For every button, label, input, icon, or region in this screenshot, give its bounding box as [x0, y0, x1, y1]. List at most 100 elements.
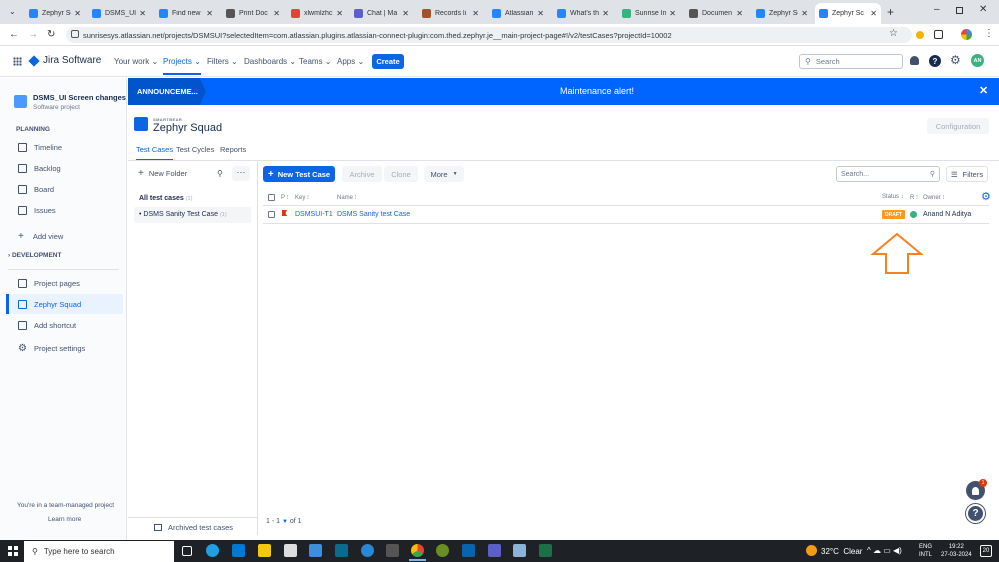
development-section[interactable]: › DEVELOPMENT: [8, 252, 61, 259]
close-window-button[interactable]: ✕: [979, 4, 987, 15]
close-tab-icon[interactable]: ✕: [472, 9, 479, 18]
settings-gear-icon[interactable]: ⚙: [950, 53, 961, 67]
new-folder-button[interactable]: + New Folder: [138, 168, 187, 179]
site-settings-icon[interactable]: [71, 30, 79, 38]
close-tab-icon[interactable]: ✕: [139, 9, 146, 18]
extension-icon[interactable]: [916, 31, 924, 39]
sidebar-item-timeline[interactable]: Timeline: [18, 143, 62, 152]
calendar-icon[interactable]: [284, 544, 297, 557]
outlook-icon[interactable]: [462, 544, 475, 557]
col-r[interactable]: R ⁝: [910, 194, 918, 201]
browser-tab[interactable]: Records li ✕: [418, 4, 483, 22]
project-name[interactable]: DSMS_UI Screen changes: [33, 93, 126, 102]
tab-test-cycles[interactable]: Test Cycles: [176, 145, 214, 154]
nav-apps[interactable]: Apps ⌄: [337, 57, 364, 66]
sidebar-item-add-view[interactable]: + Add view: [18, 231, 63, 242]
sidebar-item-add-shortcut[interactable]: Add shortcut: [18, 321, 76, 330]
close-tab-icon[interactable]: ✕: [801, 9, 808, 18]
store-icon[interactable]: [309, 544, 322, 557]
help-icon[interactable]: ?: [929, 55, 941, 67]
test-case-search-input[interactable]: Search... ⚲: [836, 166, 940, 182]
file-explorer-icon[interactable]: [258, 544, 271, 557]
windows-start-icon[interactable]: [8, 546, 18, 556]
task-view-icon[interactable]: [182, 546, 192, 556]
test-case-key-link[interactable]: DSMSUI-T1: [295, 211, 333, 218]
pagination[interactable]: 1 - 1 ▼ of 1: [266, 518, 302, 525]
profile-icon[interactable]: [961, 29, 972, 40]
folder-item[interactable]: • DSMS Sanity Test Case (1): [139, 211, 227, 218]
restore-window-button[interactable]: [956, 7, 963, 14]
learn-more-link[interactable]: Learn more: [48, 516, 81, 523]
clock[interactable]: 19:22 27-03-2024: [941, 543, 972, 559]
archived-test-cases[interactable]: Archived test cases: [154, 523, 233, 532]
browser-tab[interactable]: Documen ✕: [685, 4, 747, 22]
nav-teams[interactable]: Teams ⌄: [299, 57, 332, 66]
browser-tab[interactable]: Sunrise Ini ✕: [618, 4, 680, 22]
col-status[interactable]: Status ↓: [882, 194, 904, 200]
sidebar-item-board[interactable]: Board: [18, 185, 54, 194]
create-button[interactable]: Create: [372, 54, 404, 69]
announcement-tag[interactable]: ANNOUNCEME...: [128, 78, 206, 105]
nav-your-work[interactable]: Your work ⌄: [114, 57, 158, 66]
teams-icon[interactable]: [488, 544, 501, 557]
jira-logo[interactable]: Jira Software: [28, 54, 101, 67]
calculator-icon[interactable]: [386, 544, 399, 557]
close-tab-icon[interactable]: ✕: [402, 9, 409, 18]
sidebar-item-issues[interactable]: Issues: [18, 206, 56, 215]
browser-tab[interactable]: Zephyr Sc ✕: [25, 4, 85, 22]
row-checkbox[interactable]: [268, 211, 275, 218]
help-float-icon[interactable]: ?: [966, 504, 985, 523]
test-case-name-link[interactable]: DSMS Sanity test Case: [337, 211, 410, 218]
browser-tab[interactable]: Atlassian ✕: [488, 4, 548, 22]
sharepoint-icon[interactable]: [335, 544, 348, 557]
close-tab-icon[interactable]: ✕: [669, 9, 676, 18]
notepad-icon[interactable]: [513, 544, 526, 557]
close-tab-icon[interactable]: ✕: [74, 9, 81, 18]
sidebar-item-project-settings[interactable]: ⚙ Project settings: [18, 343, 85, 354]
taskbar-search[interactable]: ⚲ Type here to search: [24, 541, 174, 562]
minimize-window-button[interactable]: –: [934, 4, 940, 15]
column-settings-gear-icon[interactable]: ⚙: [981, 190, 991, 203]
browser-tab[interactable]: Zephyr Sc ✕: [815, 3, 881, 24]
language-indicator[interactable]: ENG INTL: [919, 543, 932, 559]
app-switcher-icon[interactable]: [13, 57, 22, 66]
configuration-button[interactable]: Configuration: [927, 118, 989, 134]
col-name[interactable]: Name ⁝: [337, 194, 357, 201]
status-badge[interactable]: DRAFT: [882, 210, 905, 219]
new-tab-button[interactable]: +: [887, 5, 894, 19]
close-tab-icon[interactable]: ✕: [336, 9, 343, 18]
col-owner[interactable]: Owner ⁝: [923, 194, 944, 201]
browser-tab[interactable]: xlwmlzhc ✕: [287, 4, 347, 22]
jira-search-input[interactable]: ⚲ Search: [799, 54, 903, 69]
notification-center-icon[interactable]: 20: [980, 545, 992, 557]
tab-test-cases[interactable]: Test Cases: [136, 145, 174, 161]
tab-reports[interactable]: Reports: [220, 145, 246, 154]
browser-tab[interactable]: Print Doc ✕: [222, 4, 284, 22]
close-tab-icon[interactable]: ✕: [206, 9, 213, 18]
bookmark-star-icon[interactable]: ☆: [889, 28, 898, 39]
all-test-cases-label[interactable]: All test cases (1): [139, 195, 192, 202]
notifications-icon[interactable]: [910, 56, 919, 65]
weather-text[interactable]: 32°C Clear: [821, 547, 862, 556]
extensions-puzzle-icon[interactable]: [934, 30, 943, 39]
sidebar-item-backlog[interactable]: Backlog: [18, 164, 61, 173]
col-priority[interactable]: P ⁝: [281, 194, 288, 201]
close-tab-icon[interactable]: ✕: [736, 9, 743, 18]
nav-projects[interactable]: Projects ⌄: [163, 57, 201, 75]
forward-icon[interactable]: →: [28, 29, 38, 40]
filters-button[interactable]: ☰ Filters: [946, 166, 988, 182]
clone-button[interactable]: Clone: [384, 166, 418, 182]
select-all-checkbox[interactable]: [268, 194, 275, 201]
browser-menu-icon[interactable]: ⋮: [984, 28, 994, 39]
excel-icon[interactable]: [539, 544, 552, 557]
chrome-profile-icon[interactable]: [436, 544, 449, 557]
url-field[interactable]: sunrisesys.atlassian.net/projects/DSMSUI…: [66, 27, 912, 43]
system-tray-icons[interactable]: ^ ☁ ▭ ◀): [867, 546, 902, 555]
chrome-icon[interactable]: [411, 544, 424, 557]
browser-tab[interactable]: Chat | Ma ✕: [350, 4, 413, 22]
archive-button[interactable]: Archive: [342, 166, 382, 182]
tab-list-chevron-icon[interactable]: ⌄: [9, 7, 16, 16]
browser-tab[interactable]: Find new ✕: [155, 4, 217, 22]
avatar[interactable]: AN: [971, 54, 984, 67]
browser-tab[interactable]: What's the✕: [553, 4, 613, 22]
